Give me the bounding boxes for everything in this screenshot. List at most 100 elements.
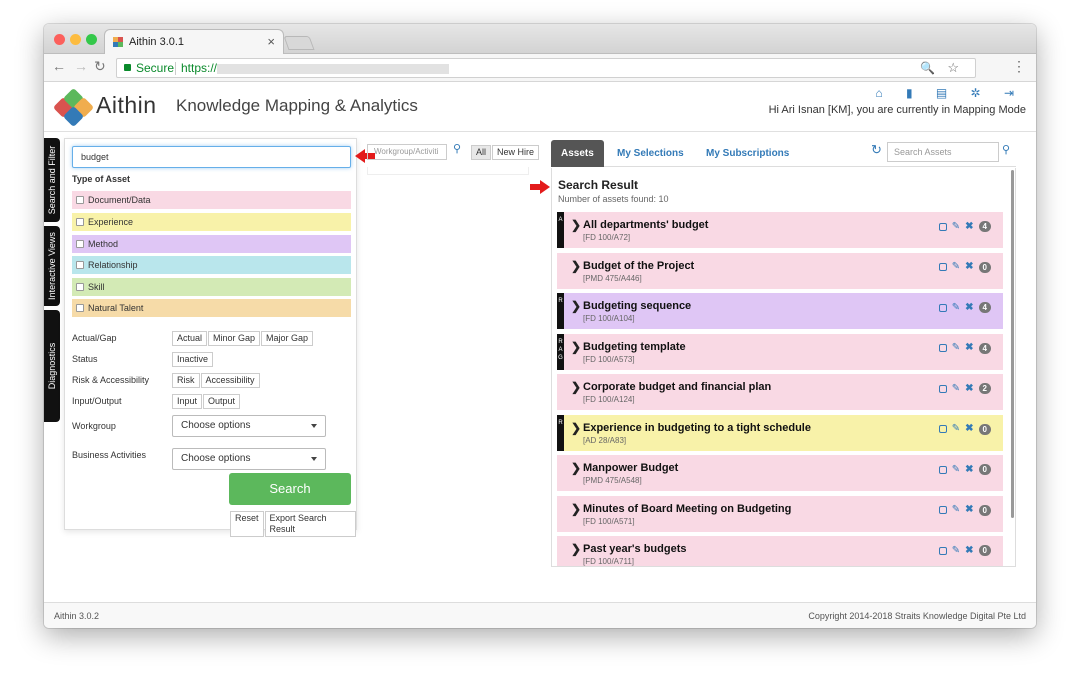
select-checkbox-icon[interactable]	[938, 425, 947, 433]
checkbox[interactable]	[76, 261, 84, 269]
chevron-right-icon[interactable]: ❯	[571, 380, 581, 394]
chevron-right-icon[interactable]: ❯	[571, 542, 581, 556]
edit-icon[interactable]: ✎	[952, 505, 960, 515]
result-item[interactable]: R ❯ Budgeting sequence [FD 100/A104] ✎ ✖ 4	[557, 293, 1003, 329]
delete-icon[interactable]: ✖	[965, 221, 973, 232]
select-checkbox-icon[interactable]	[938, 263, 947, 271]
export-search-result-button[interactable]: Export Search Result	[264, 511, 356, 537]
result-title[interactable]: Budgeting template	[583, 341, 686, 353]
checkbox[interactable]	[76, 218, 84, 226]
result-item[interactable]: R ❯ Experience in budgeting to a tight sch…	[557, 414, 1003, 451]
side-tab-interactive-views[interactable]: Interactive Views	[44, 226, 60, 306]
edit-icon[interactable]: ✎	[952, 383, 960, 394]
search-icon[interactable]: ⚲	[453, 142, 461, 155]
select-checkbox-icon[interactable]	[938, 546, 947, 555]
inactive-button[interactable]: Inactive	[172, 352, 214, 367]
select-checkbox-icon[interactable]	[938, 506, 947, 514]
input-button[interactable]: Input	[172, 394, 203, 409]
workgroup-activity-input[interactable]: Workgroup/Activiti	[367, 144, 447, 160]
chevron-right-icon[interactable]: ❯	[571, 421, 581, 435]
result-title[interactable]: Manpower Budget	[583, 462, 678, 474]
asset-type-skill[interactable]: Skill	[72, 278, 351, 296]
edit-icon[interactable]: ✎	[952, 464, 960, 475]
major-gap-button[interactable]: Major Gap	[261, 331, 314, 346]
business-activities-select[interactable]: Choose options	[172, 448, 326, 470]
reload-icon[interactable]: ↻	[94, 58, 106, 75]
tab-assets[interactable]: Assets	[551, 140, 604, 167]
bookmark-icon[interactable]: ☆	[947, 60, 959, 76]
asset-type-method[interactable]: Method	[72, 235, 351, 253]
select-checkbox-icon[interactable]	[938, 465, 947, 474]
header-toolbar-icons[interactable]: ⌂ ▮ ▤ ✲ ⇥	[875, 86, 1024, 100]
chevron-right-icon[interactable]: ❯	[571, 218, 581, 232]
side-tab-diagnostics[interactable]: Diagnostics	[44, 310, 60, 422]
delete-icon[interactable]: ✖	[965, 545, 973, 556]
edit-icon[interactable]: ✎	[952, 262, 960, 272]
chevron-right-icon[interactable]: ❯	[571, 461, 581, 475]
browser-tab[interactable]: Aithin 3.0.1 ×	[104, 29, 284, 55]
delete-icon[interactable]: ✖	[965, 505, 973, 515]
back-icon[interactable]: ←	[52, 58, 66, 74]
result-item[interactable]: ❯ Manpower Budget [PMD 475/A548] ✎ ✖ 0	[557, 455, 1003, 491]
checkbox[interactable]	[76, 196, 84, 204]
zoom-icon[interactable]: 🔍	[920, 61, 935, 75]
tab-my-selections[interactable]: My Selections	[607, 140, 694, 167]
result-item[interactable]: ❯ Past year's budgets [FD 100/A711] ✎ ✖ 0	[557, 536, 1003, 566]
delete-icon[interactable]: ✖	[965, 424, 973, 434]
result-title[interactable]: Corporate budget and financial plan	[583, 381, 771, 393]
tab-my-subscriptions[interactable]: My Subscriptions	[696, 140, 799, 167]
delete-icon[interactable]: ✖	[965, 302, 973, 313]
actual-button[interactable]: Actual	[172, 331, 208, 346]
select-checkbox-icon[interactable]	[938, 344, 947, 352]
result-title[interactable]: All departments' budget	[583, 219, 708, 231]
risk-button[interactable]: Risk	[172, 373, 200, 388]
chevron-right-icon[interactable]: ❯	[571, 340, 581, 354]
checkbox[interactable]	[76, 240, 84, 248]
results-scrollbar[interactable]	[1011, 170, 1014, 518]
select-checkbox-icon[interactable]	[938, 384, 947, 393]
new-hire-button[interactable]: New Hire	[492, 145, 540, 160]
maximize-window-button[interactable]	[86, 34, 97, 45]
chevron-right-icon[interactable]: ❯	[571, 259, 581, 273]
new-tab-button[interactable]	[283, 36, 315, 50]
asset-type-experience[interactable]: Experience	[72, 213, 351, 231]
search-assets-input[interactable]: Search Assets	[887, 142, 999, 162]
asset-type-natural-talent[interactable]: Natural Talent	[72, 299, 351, 317]
chevron-right-icon[interactable]: ❯	[571, 502, 581, 516]
side-tab-search-filter[interactable]: Search and Filter	[44, 138, 60, 222]
forward-icon[interactable]: →	[74, 58, 88, 74]
result-item[interactable]: A ❯ All departments' budget [FD 100/A72] ✎ ✖ 4	[557, 212, 1003, 248]
browser-menu-icon[interactable]: ⋮	[1012, 58, 1026, 75]
result-item[interactable]: ❯ Minutes of Board Meeting on Budgeting [F…	[557, 495, 1003, 532]
edit-icon[interactable]: ✎	[952, 545, 960, 556]
edit-icon[interactable]: ✎	[952, 424, 960, 434]
result-item[interactable]: ❯ Budget of the Project [PMD 475/A446] ✎ ✖ 0	[557, 252, 1003, 289]
asset-type-document[interactable]: Document/Data	[72, 191, 351, 209]
refresh-icon[interactable]: ↻	[871, 142, 882, 158]
checkbox[interactable]	[76, 283, 84, 291]
checkbox[interactable]	[76, 304, 84, 312]
close-window-button[interactable]	[54, 34, 65, 45]
all-button[interactable]: All	[471, 145, 492, 160]
chevron-right-icon[interactable]: ❯	[571, 299, 581, 313]
edit-icon[interactable]: ✎	[952, 343, 960, 353]
delete-icon[interactable]: ✖	[965, 383, 973, 394]
search-button[interactable]: Search	[229, 473, 351, 505]
delete-icon[interactable]: ✖	[965, 464, 973, 475]
select-checkbox-icon[interactable]	[938, 222, 947, 231]
edit-icon[interactable]: ✎	[952, 302, 960, 313]
reset-button[interactable]: Reset	[230, 511, 264, 537]
delete-icon[interactable]: ✖	[965, 262, 973, 272]
minimize-window-button[interactable]	[70, 34, 81, 45]
workgroup-select[interactable]: Choose options	[172, 415, 326, 437]
result-title[interactable]: Experience in budgeting to a tight sched…	[583, 422, 811, 434]
result-item[interactable]: ❯ Corporate budget and financial plan [FD …	[557, 374, 1003, 410]
keyword-search-input[interactable]: budget	[72, 146, 351, 168]
tab-close-icon[interactable]: ×	[267, 30, 275, 54]
delete-icon[interactable]: ✖	[965, 343, 973, 353]
result-title[interactable]: Past year's budgets	[583, 543, 687, 555]
url-field[interactable]: Secure https:// 🔍 ☆	[116, 58, 976, 78]
select-checkbox-icon[interactable]	[938, 303, 947, 312]
result-title[interactable]: Minutes of Board Meeting on Budgeting	[583, 503, 791, 515]
edit-icon[interactable]: ✎	[952, 221, 960, 232]
